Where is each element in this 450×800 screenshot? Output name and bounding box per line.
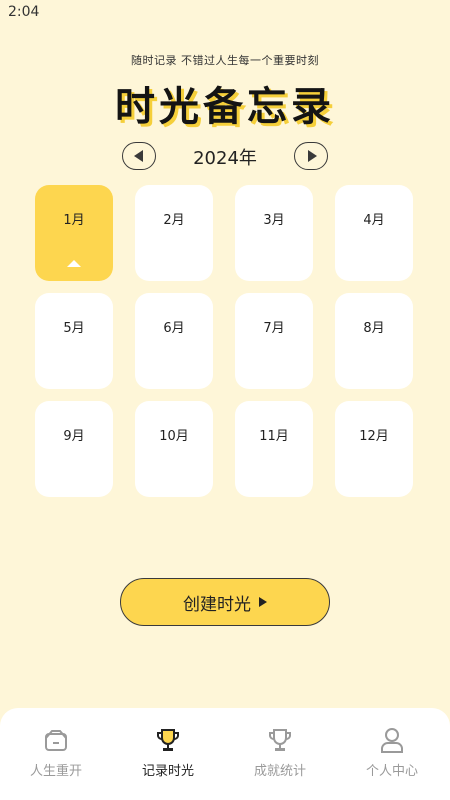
nav-item-profile[interactable]: 个人中心: [336, 726, 448, 790]
month-card-7[interactable]: 7月: [235, 293, 313, 389]
month-label: 10月: [159, 429, 189, 444]
trophy-icon: [269, 729, 291, 751]
month-card-8[interactable]: 8月: [335, 293, 413, 389]
month-card-11[interactable]: 11月: [235, 401, 313, 497]
create-button-label: 创建时光: [183, 594, 251, 615]
month-card-2[interactable]: 2月: [135, 185, 213, 281]
month-card-9[interactable]: 9月: [35, 401, 113, 497]
month-card-6[interactable]: 6月: [135, 293, 213, 389]
month-card-3[interactable]: 3月: [235, 185, 313, 281]
month-label: 4月: [363, 213, 385, 228]
month-label: 7月: [263, 321, 285, 336]
status-time: 2:04: [8, 4, 40, 20]
nav-label: 记录时光: [141, 764, 194, 779]
month-label: 9月: [63, 429, 85, 444]
page-subtitle: 随时记录 不错过人生每一个重要时刻: [131, 54, 319, 67]
nav-item-achievements[interactable]: 成就统计: [224, 726, 336, 790]
month-card-10[interactable]: 10月: [135, 401, 213, 497]
status-bar: 2:04: [0, 0, 450, 26]
month-card-5[interactable]: 5月: [35, 293, 113, 389]
month-label: 8月: [363, 321, 385, 336]
nav-label: 人生重开: [29, 764, 82, 779]
month-label: 12月: [359, 429, 389, 444]
bottom-nav: 人生重开 记录时光 成就统计 个人中心: [0, 708, 450, 800]
month-label: 6月: [163, 321, 185, 336]
selected-caret-icon: [67, 260, 81, 267]
page-title: 时光备忘录: [115, 84, 335, 130]
nav-item-record-time[interactable]: 记录时光: [112, 726, 224, 790]
nav-item-life-restart[interactable]: 人生重开: [0, 726, 112, 790]
play-icon: [259, 597, 267, 607]
month-card-12[interactable]: 12月: [335, 401, 413, 497]
month-card-1[interactable]: 1月: [35, 185, 113, 281]
box-icon: [45, 730, 67, 751]
nav-label: 个人中心: [365, 764, 418, 779]
month-label: 1月: [63, 213, 85, 228]
next-year-button[interactable]: [294, 142, 328, 170]
month-label: 5月: [63, 321, 85, 336]
person-icon: [381, 728, 403, 753]
year-label: 2024年: [193, 148, 257, 169]
trophy-icon: [157, 729, 179, 751]
year-selector: 2024年: [0, 140, 450, 172]
chevron-right-icon: [308, 150, 317, 162]
month-label: 2月: [163, 213, 185, 228]
create-time-button[interactable]: 创建时光: [120, 578, 330, 626]
month-label: 3月: [263, 213, 285, 228]
month-label: 11月: [259, 429, 289, 444]
nav-label: 成就统计: [253, 764, 306, 779]
month-card-4[interactable]: 4月: [335, 185, 413, 281]
